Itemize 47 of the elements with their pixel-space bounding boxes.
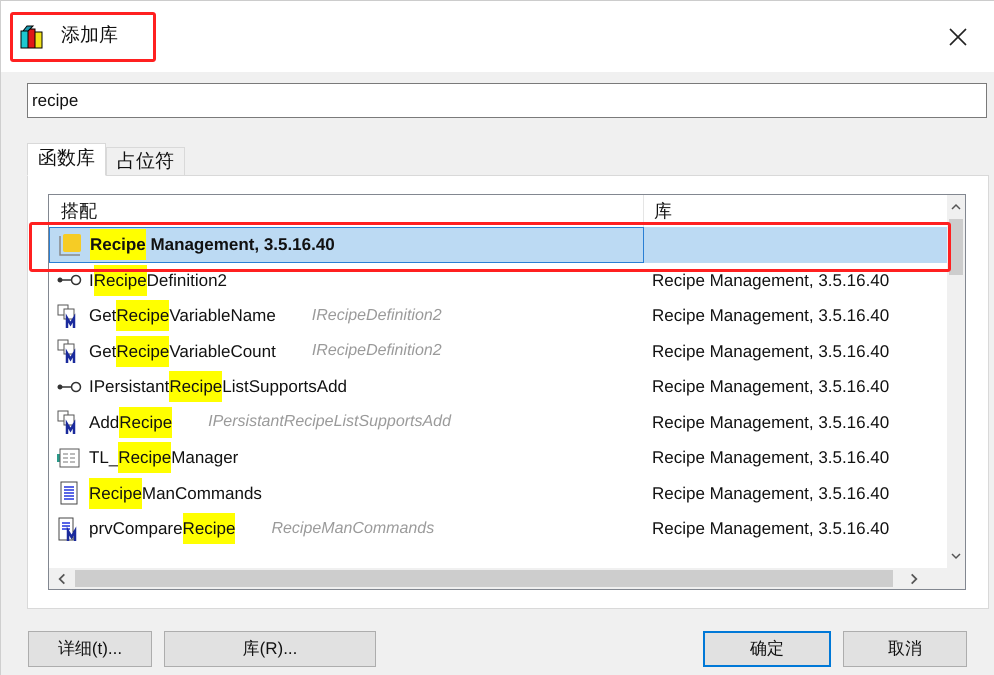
result-row[interactable]: GetRecipeVariableCount IRecipeDefinition2 Recipe Management, 3.5.16.40 [49, 334, 947, 369]
match-name: prvCompareRecipe [89, 516, 236, 542]
library-cell-text: Recipe Management, 3.5.16.40 [652, 270, 890, 292]
dialog-button[interactable]: 库(R)... [164, 631, 376, 667]
library-cell-text: Recipe Management, 3.5.16.40 [652, 340, 890, 362]
dialog-button[interactable]: 取消 [843, 631, 967, 667]
result-row[interactable]: TL_RecipeManager Recipe Management, 3.5.16.40 [49, 440, 947, 476]
library-cell-text: Recipe Management, 3.5.16.40 [652, 518, 890, 540]
result-row[interactable]: Recipe Management, 3.5.16.40 [49, 227, 947, 262]
match-name: TL_RecipeManager [89, 445, 238, 470]
result-row[interactable]: RecipeManCommands Recipe Management, 3.5.16.40 [49, 476, 947, 511]
match-name: AddRecipe [89, 410, 172, 435]
column-header[interactable]: 搭配 [49, 195, 644, 227]
library-cell-text: Recipe Management, 3.5.16.40 [652, 305, 890, 327]
result-row[interactable]: prvCompareRecipe RecipeManCommands Recipe Management, 3.5.16.40 [49, 511, 947, 546]
match-name: IPersistantRecipeListSupportsAdd [89, 374, 347, 400]
match-name: Recipe Management, 3.5.16.40 [90, 232, 335, 258]
match-name: RecipeManCommands [89, 480, 262, 506]
tab[interactable]: 函数库 [27, 143, 106, 176]
library-cell-text: Recipe Management, 3.5.16.40 [652, 447, 890, 469]
owner-name: IRecipeDefinition2 [312, 306, 442, 326]
result-row[interactable]: AddRecipe IPersistantRecipeListSupportsAdd Recipe Management, 3.5.16.40 [49, 404, 947, 440]
window-title: 添加库 [61, 24, 118, 48]
match-name: IRecipeDefinition2 [89, 268, 227, 293]
owner-name: IPersistantRecipeListSupportsAdd [208, 412, 451, 432]
scroll-thumb[interactable] [75, 570, 893, 587]
column-header[interactable]: 库 [644, 195, 947, 227]
vertical-scrollbar[interactable] [947, 195, 965, 568]
match-name: GetRecipeVariableCount [89, 338, 276, 364]
library-cell-text: Recipe Management, 3.5.16.40 [652, 412, 890, 434]
owner-name: RecipeManCommands [271, 518, 434, 539]
result-row[interactable]: IPersistantRecipeListSupportsAdd Recipe Management, 3.5.16.40 [49, 369, 947, 404]
result-row[interactable]: GetRecipeVariableName IRecipeDefinition2 Recipe Management, 3.5.16.40 [49, 298, 947, 334]
key-icon [56, 380, 82, 394]
folder-icon [57, 232, 83, 258]
dialog-button[interactable]: 详细(t)... [28, 631, 152, 667]
close-icon [948, 26, 968, 46]
library-cell-text: Recipe Management, 3.5.16.40 [652, 482, 890, 504]
library-cell-text: Recipe Management, 3.5.16.40 [652, 376, 890, 398]
result-row[interactable]: IRecipeDefinition2 Recipe Management, 3.5.16.40 [49, 262, 947, 298]
owner-name: IRecipeDefinition2 [312, 341, 442, 362]
tab[interactable]: 占位符 [106, 147, 185, 176]
search-field[interactable]: recipe [27, 83, 987, 118]
key-icon [56, 273, 82, 288]
dialog-button[interactable]: 确定 [703, 631, 831, 667]
horizontal-scrollbar[interactable] [49, 568, 965, 589]
match-name: GetRecipeVariableName [89, 303, 276, 328]
